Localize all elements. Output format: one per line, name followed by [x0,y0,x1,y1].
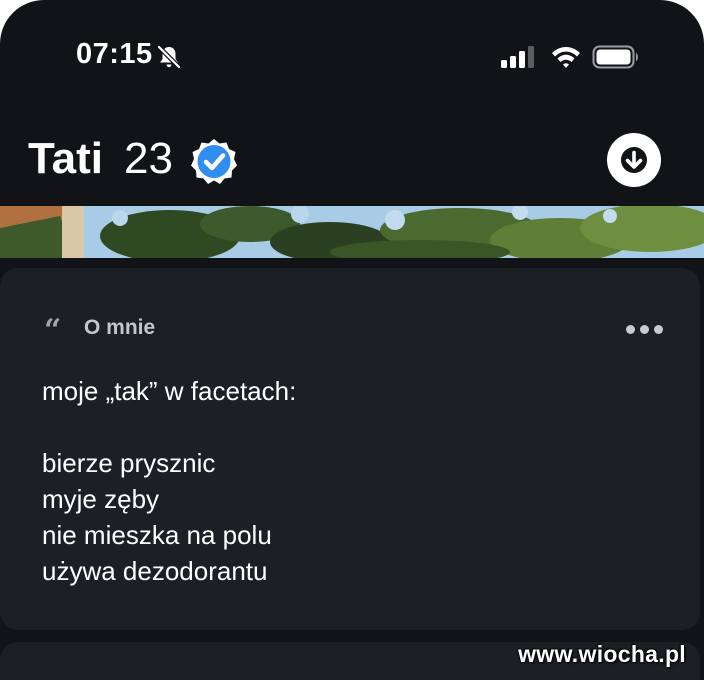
wifi-icon [552,47,580,68]
photo-image [0,206,704,258]
bio-line: nie mieszka na polu [42,520,272,550]
bio-line: moje „tak” w facetach: [42,376,297,406]
about-card: “ O mnie moje „tak” w facetach: bierze p… [0,268,700,630]
cellular-signal-icon [501,46,534,68]
download-button[interactable] [607,133,661,187]
profile-name: Tati [28,134,103,183]
battery-icon [592,45,638,69]
arrow-down-circle-icon [621,147,647,173]
profile-header: Tati 23 [0,120,704,200]
watermark: www.wiocha.pl [518,641,686,667]
bio-line: bierze prysznic [42,448,216,478]
verified-badge-icon [191,139,237,184]
phone-screen: 07:15 Tati 23 “ O mnie moje „tak” w face… [0,0,704,680]
bio-line [42,409,296,445]
ellipsis-icon [640,325,649,334]
bio-line: używa dezodorantu [42,556,268,586]
bio-text: moje „tak” w facetach: bierze prysznic m… [42,373,296,589]
profile-photo[interactable] [0,206,704,258]
profile-age: 23 [124,134,173,183]
ellipsis-icon [654,325,663,334]
ellipsis-icon [626,325,635,334]
bell-slash-icon [157,45,181,69]
quote-icon: “ [44,313,62,348]
bio-line: myje zęby [42,484,160,514]
status-time: 07:15 [76,38,153,70]
more-options-button[interactable] [622,320,666,340]
section-title: O mnie [84,316,156,339]
status-bar: 07:15 [0,0,704,110]
